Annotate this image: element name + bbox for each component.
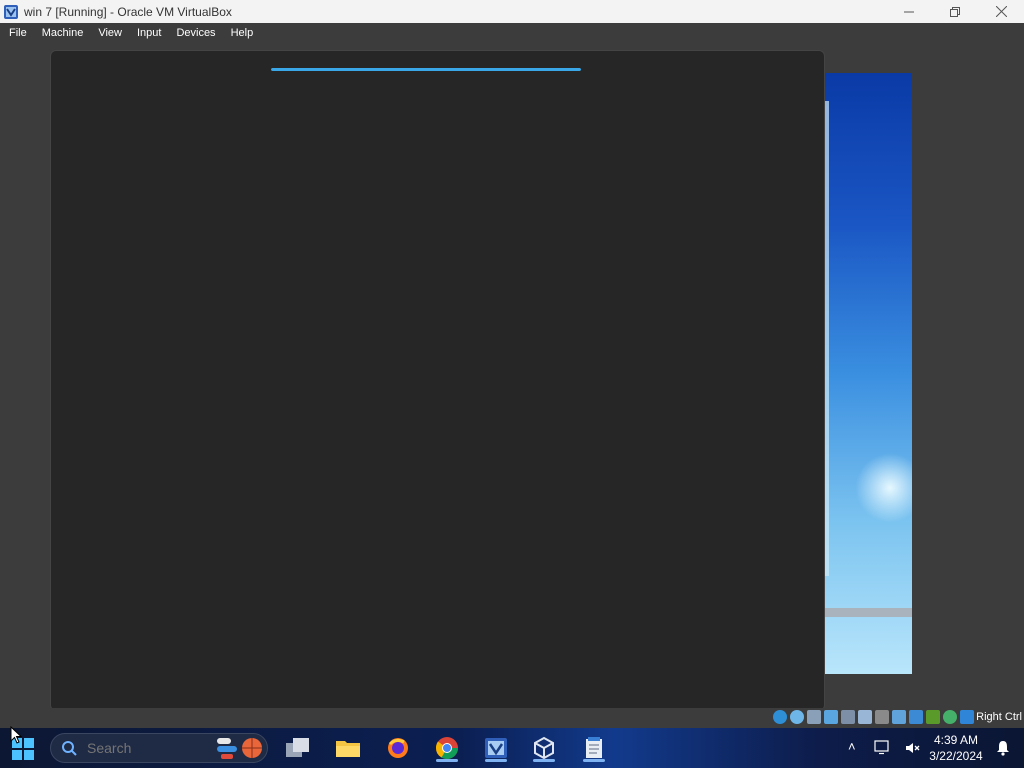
running-indicator: [583, 759, 605, 762]
guest-desktop-wallpaper: [825, 73, 912, 674]
restore-button[interactable]: [932, 0, 978, 23]
hard-disk-icon[interactable]: [773, 710, 787, 724]
usb-icon[interactable]: [841, 710, 855, 724]
menu-machine[interactable]: Machine: [33, 27, 90, 39]
clock-date: 3/22/2024: [929, 749, 983, 763]
notification-bell-icon[interactable]: [996, 740, 1010, 756]
taskbar-task-view[interactable]: [284, 734, 312, 762]
virtualbox-manager-icon: [534, 736, 554, 760]
guest-taskbar-strip: [825, 608, 912, 617]
wallpaper-glow: [855, 453, 912, 523]
file-explorer-icon: [336, 741, 360, 757]
menu-devices[interactable]: Devices: [167, 27, 221, 39]
running-indicator: [436, 759, 458, 762]
taskbar-virtualbox-manager[interactable]: [530, 734, 558, 762]
taskbar-chrome[interactable]: [433, 734, 461, 762]
guest-loading-window[interactable]: [50, 50, 825, 711]
virtualbox-status-bar: Right Ctrl: [0, 708, 1024, 728]
task-view-icon: [286, 738, 309, 757]
menu-input[interactable]: Input: [128, 27, 167, 39]
screen-icon[interactable]: [909, 710, 923, 724]
minimize-icon: [904, 11, 914, 12]
clock-time: 4:39 AM: [933, 733, 979, 747]
taskbar-notepad[interactable]: [580, 734, 608, 762]
search-icon: [62, 741, 77, 756]
network-tray-icon[interactable]: [874, 740, 891, 755]
loading-progress-bar: [271, 68, 581, 71]
mouse-integration-icon[interactable]: [943, 710, 957, 724]
window-titlebar[interactable]: win 7 [Running] - Oracle VM VirtualBox: [0, 0, 1024, 23]
audio-icon[interactable]: [807, 710, 821, 724]
firefox-icon: [388, 738, 408, 758]
optical-drive-icon[interactable]: [790, 710, 804, 724]
display-icon[interactable]: [875, 710, 889, 724]
keyboard-capture-icon[interactable]: [960, 710, 974, 724]
windows-taskbar: ˄ 4:39 AM 3/22/2024: [0, 728, 1024, 768]
notepad-icon: [586, 737, 602, 758]
virtualbox-icon: [485, 738, 507, 758]
shared-folders-icon[interactable]: [858, 710, 872, 724]
host-key-label: Right Ctrl: [976, 711, 1022, 723]
virtualbox-app-icon: [4, 4, 18, 19]
taskbar-firefox[interactable]: [384, 734, 412, 762]
close-button[interactable]: [978, 0, 1024, 23]
menu-view[interactable]: View: [89, 27, 128, 39]
volume-muted-icon[interactable]: [904, 740, 920, 756]
show-hidden-icons-chevron-icon[interactable]: ˄: [848, 739, 856, 754]
minimize-button[interactable]: [886, 0, 932, 23]
taskbar-virtualbox-vm[interactable]: [482, 734, 510, 762]
taskbar-file-explorer[interactable]: [334, 734, 362, 762]
search-highlight-widget-icon[interactable]: [215, 732, 265, 762]
search-input[interactable]: [85, 739, 189, 757]
running-indicator: [533, 759, 555, 762]
menu-bar: File Machine View Input Devices Help: [0, 23, 1024, 42]
restore-icon: [950, 6, 960, 17]
loading-progress-fill: [271, 68, 581, 71]
close-icon: [995, 6, 1007, 17]
taskbar-clock[interactable]: 4:39 AM 3/22/2024: [924, 732, 988, 764]
video-capture-icon[interactable]: [892, 710, 906, 724]
window-title: win 7 [Running] - Oracle VM VirtualBox: [24, 4, 232, 19]
menu-help[interactable]: Help: [222, 27, 260, 39]
menu-file[interactable]: File: [0, 27, 33, 39]
chrome-icon: [435, 737, 458, 759]
cpu-indicator-icon[interactable]: [926, 710, 940, 724]
network-icon[interactable]: [824, 710, 838, 724]
running-indicator: [485, 759, 507, 762]
guest-window-edge: [825, 101, 829, 576]
mouse-cursor-icon: [10, 726, 22, 744]
